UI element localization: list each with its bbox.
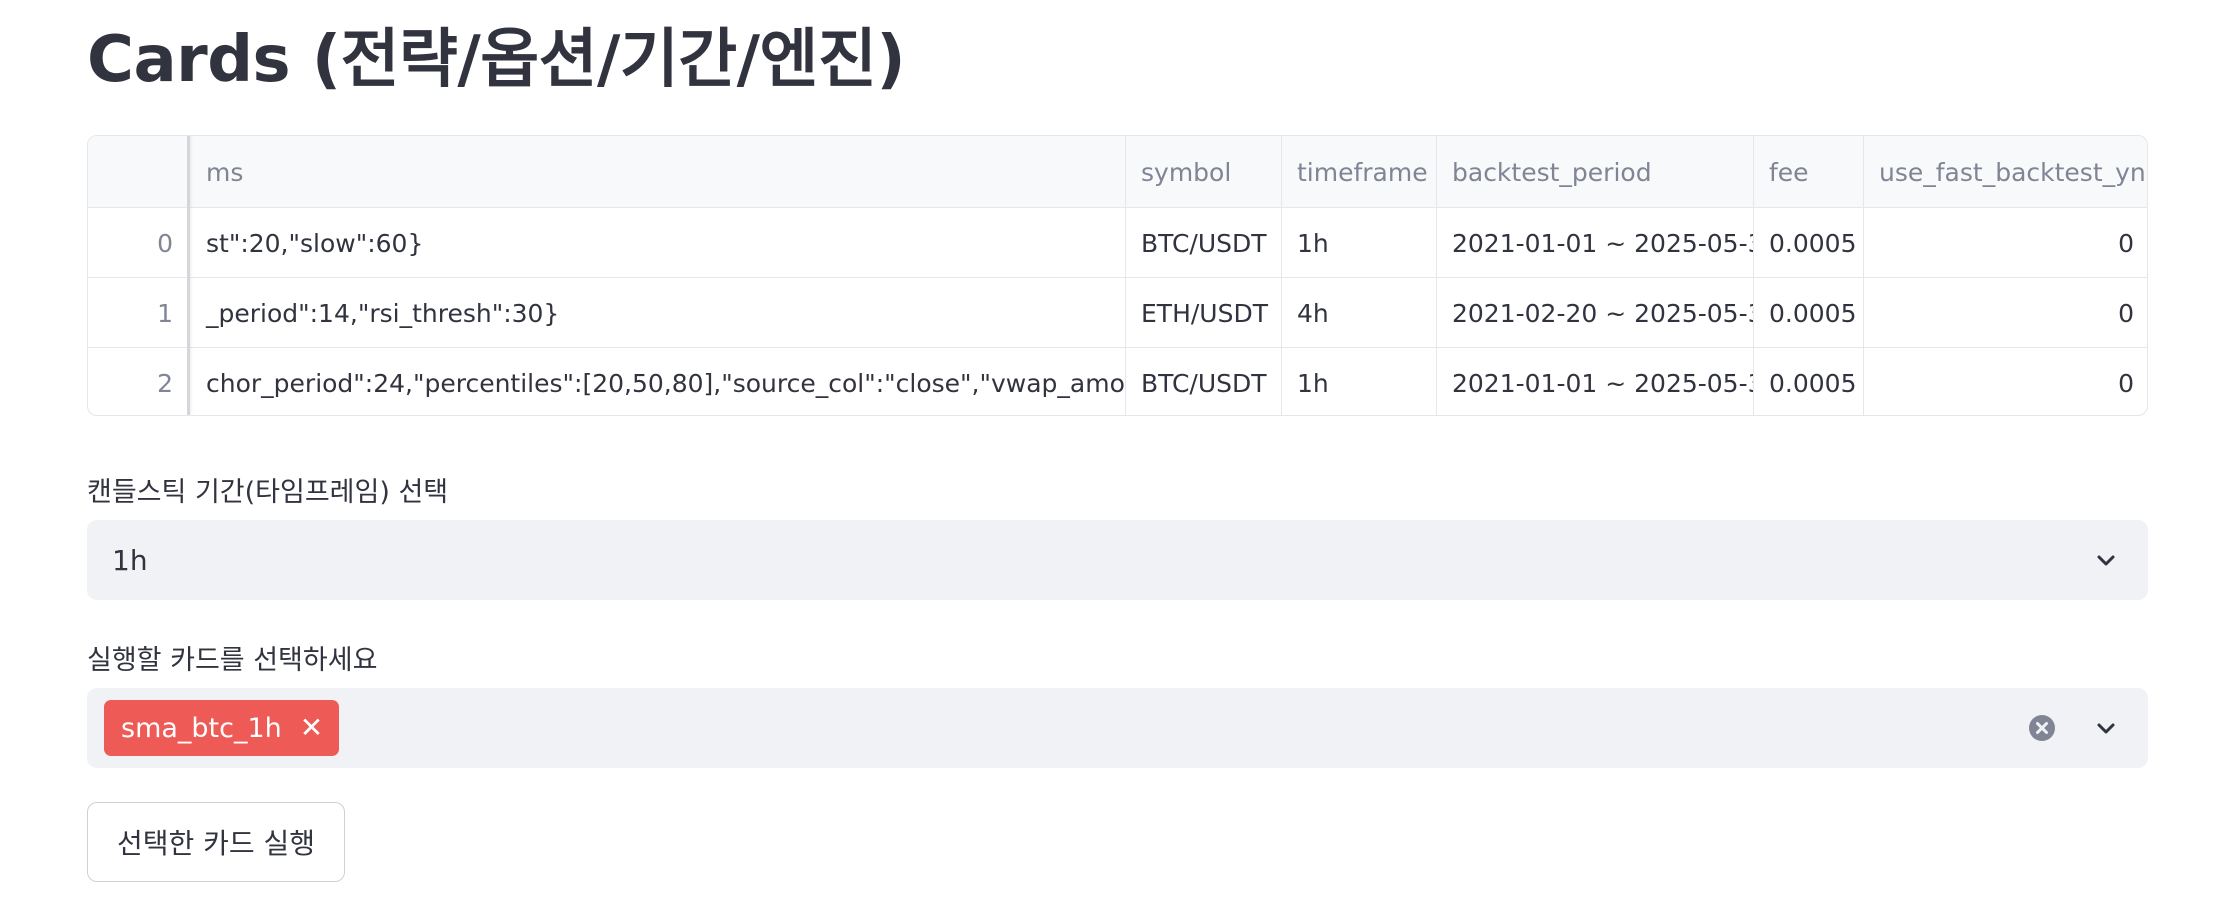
run-selected-cards-button[interactable]: 선택한 카드 실행 <box>87 802 345 882</box>
cell-backtest-period[interactable]: 2021-02-20 ~ 2025-05-30 <box>1437 278 1753 348</box>
cell-params[interactable]: chor_period":24,"percentiles":[20,50,80]… <box>191 348 1125 415</box>
cell-backtest-period[interactable]: 2021-01-01 ~ 2025-05-30 <box>1437 348 1753 415</box>
column-header-params[interactable]: ms <box>191 136 1125 208</box>
timeframe-select-label: 캔들스틱 기간(타임프레임) 선택 <box>87 477 449 508</box>
column-header-timeframe[interactable]: timeframe <box>1282 136 1436 208</box>
chevron-down-icon[interactable] <box>2094 716 2118 740</box>
cell-use-fast-backtest-yn[interactable]: 0 <box>1864 278 2147 348</box>
column-header-symbol[interactable]: symbol <box>1126 136 1281 208</box>
index-column-divider <box>88 136 190 415</box>
column-header-fee[interactable]: fee <box>1754 136 1863 208</box>
card-multiselect[interactable]: sma_btc_1h ✕ <box>87 688 2148 768</box>
card-multiselect-label: 실행할 카드를 선택하세요 <box>87 645 378 676</box>
timeframe-select-value: 1h <box>112 543 148 577</box>
column-header-use-fast-backtest-yn[interactable]: use_fast_backtest_yn <box>1864 136 2147 208</box>
cell-use-fast-backtest-yn[interactable]: 0 <box>1864 348 2147 415</box>
clear-all-icon[interactable] <box>2028 714 2056 742</box>
cell-symbol[interactable]: BTC/USDT <box>1126 348 1281 415</box>
column-header-backtest-period[interactable]: backtest_period <box>1437 136 1753 208</box>
cell-timeframe[interactable]: 4h <box>1282 278 1436 348</box>
cards-table[interactable]: ms symbol timeframe backtest_period fee … <box>87 135 2148 416</box>
selected-card-tag[interactable]: sma_btc_1h ✕ <box>104 700 340 756</box>
cell-params[interactable]: st":20,"slow":60} <box>191 208 1125 278</box>
timeframe-select[interactable]: 1h <box>87 520 2148 600</box>
cell-timeframe[interactable]: 1h <box>1282 208 1436 278</box>
cell-timeframe[interactable]: 1h <box>1282 348 1436 415</box>
page: Cards (전략/옵션/기간/엔진) ms symbol timeframe … <box>0 0 2224 918</box>
selected-card-tag-label: sma_btc_1h <box>121 712 282 744</box>
cell-fee[interactable]: 0.0005 <box>1754 208 1863 278</box>
remove-tag-icon[interactable]: ✕ <box>300 714 323 742</box>
cell-fee[interactable]: 0.0005 <box>1754 278 1863 348</box>
cell-symbol[interactable]: ETH/USDT <box>1126 278 1281 348</box>
cell-backtest-period[interactable]: 2021-01-01 ~ 2025-05-30 <box>1437 208 1753 278</box>
cell-params[interactable]: _period":14,"rsi_thresh":30} <box>191 278 1125 348</box>
page-title: Cards (전략/옵션/기간/엔진) <box>87 23 906 97</box>
chevron-down-icon[interactable] <box>2094 548 2118 572</box>
cell-fee[interactable]: 0.0005 <box>1754 348 1863 415</box>
cell-symbol[interactable]: BTC/USDT <box>1126 208 1281 278</box>
cell-use-fast-backtest-yn[interactable]: 0 <box>1864 208 2147 278</box>
